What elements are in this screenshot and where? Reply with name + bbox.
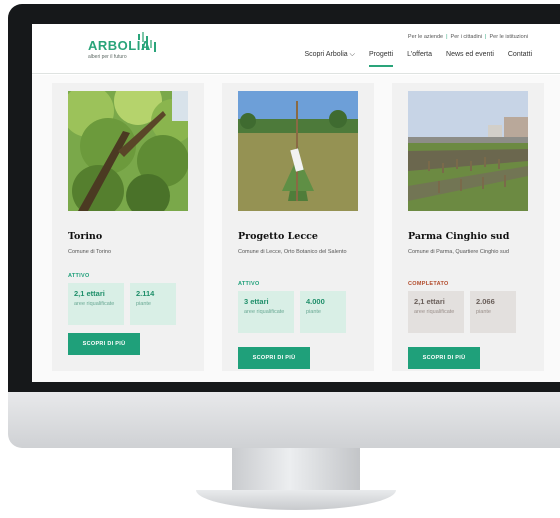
top-links: Per le aziende | Per i cittadini | Per le is… [408,34,528,40]
project-photo-parma [408,91,528,211]
project-title: Progetto Lecce [238,231,318,242]
project-photo-lecce [238,91,358,211]
project-title: Torino [68,231,103,242]
project-card-torino: Torino Comune di Torino ATTIVO 2,1 ettar… [52,83,204,371]
area-value: 2,1 ettari [74,289,105,298]
chevron-down-icon: ⌵ [349,51,355,58]
logo-leaf-icon [138,32,156,52]
monitor-screen: ARBOLIA alberi per il futuro Per le azie… [32,24,560,382]
projects-page: Torino Comune di Torino ATTIVO 2,1 ettar… [32,75,560,382]
nav-item-scopri[interactable]: Scopri Arbolia ⌵ [304,51,354,59]
plants-label: piante [306,309,321,315]
area-stat: 2,1 ettari aree riqualificate [68,283,124,325]
project-photo-torino [68,91,188,211]
plants-value: 4.000 [306,297,325,306]
area-value: 3 ettari [244,297,269,306]
monitor-chin [8,392,560,448]
project-location: Comune di Torino [68,249,112,255]
area-stat: 2,1 ettari aree riqualificate [408,291,464,333]
monitor-stand [232,448,360,494]
plants-label: piante [136,301,151,307]
project-title: Parma Cinghio sud [408,231,510,242]
status-badge: ATTIVO [68,273,90,279]
monitor-bezel: ARBOLIA alberi per il futuro Per le azie… [8,4,560,392]
logo[interactable]: ARBOLIA alberi per il futuro [88,32,156,60]
top-link-istituzioni[interactable]: Per le istituzioni [489,34,528,40]
status-badge: ATTIVO [238,281,260,287]
area-stat: 3 ettari aree riqualificate [238,291,294,333]
nav-item-contatti[interactable]: Contatti [508,51,532,59]
project-card-parma: Parma Cinghio sud Comune di Parma, Quart… [392,83,544,371]
field-photo [408,91,528,211]
plants-stat: 2.114 piante [130,283,176,325]
project-location: Comune di Lecce, Orto Botanico del Salen… [238,249,347,255]
plants-value: 2.066 [476,297,495,306]
main-nav: Scopri Arbolia ⌵ Progetti L'offerta News… [304,51,532,67]
nav-item-offerta[interactable]: L'offerta [407,51,432,59]
nav-item-label: Scopri Arbolia [304,51,348,58]
plants-stat: 2.066 piante [470,291,516,333]
tree-photo [68,91,188,211]
sapling-photo [238,91,358,211]
monitor-stand-base [196,490,396,510]
site-header: ARBOLIA alberi per il futuro Per le azie… [32,24,560,74]
top-link-aziende[interactable]: Per le aziende [408,34,443,40]
nav-item-news[interactable]: News ed eventi [446,51,494,59]
nav-item-progetti[interactable]: Progetti [368,51,394,67]
status-badge: COMPLETATO [408,281,449,287]
area-label: aree riqualificate [244,309,285,315]
plants-label: piante [476,309,491,315]
plants-stat: 4.000 piante [300,291,346,333]
divider: | [446,34,448,40]
area-label: aree riqualificate [414,309,455,315]
discover-more-button[interactable]: SCOPRI DI PIÙ [408,347,480,369]
plants-value: 2.114 [136,289,155,298]
project-card-lecce: Progetto Lecce Comune di Lecce, Orto Bot… [222,83,374,371]
area-value: 2,1 ettari [414,297,445,306]
discover-more-button[interactable]: SCOPRI DI PIÙ [238,347,310,369]
area-label: aree riqualificate [74,301,115,307]
project-location: Comune di Parma, Quartiere Cinghio sud [408,249,509,255]
top-link-cittadini[interactable]: Per i cittadini [451,34,483,40]
discover-more-button[interactable]: SCOPRI DI PIÙ [68,333,140,355]
divider: | [485,34,487,40]
